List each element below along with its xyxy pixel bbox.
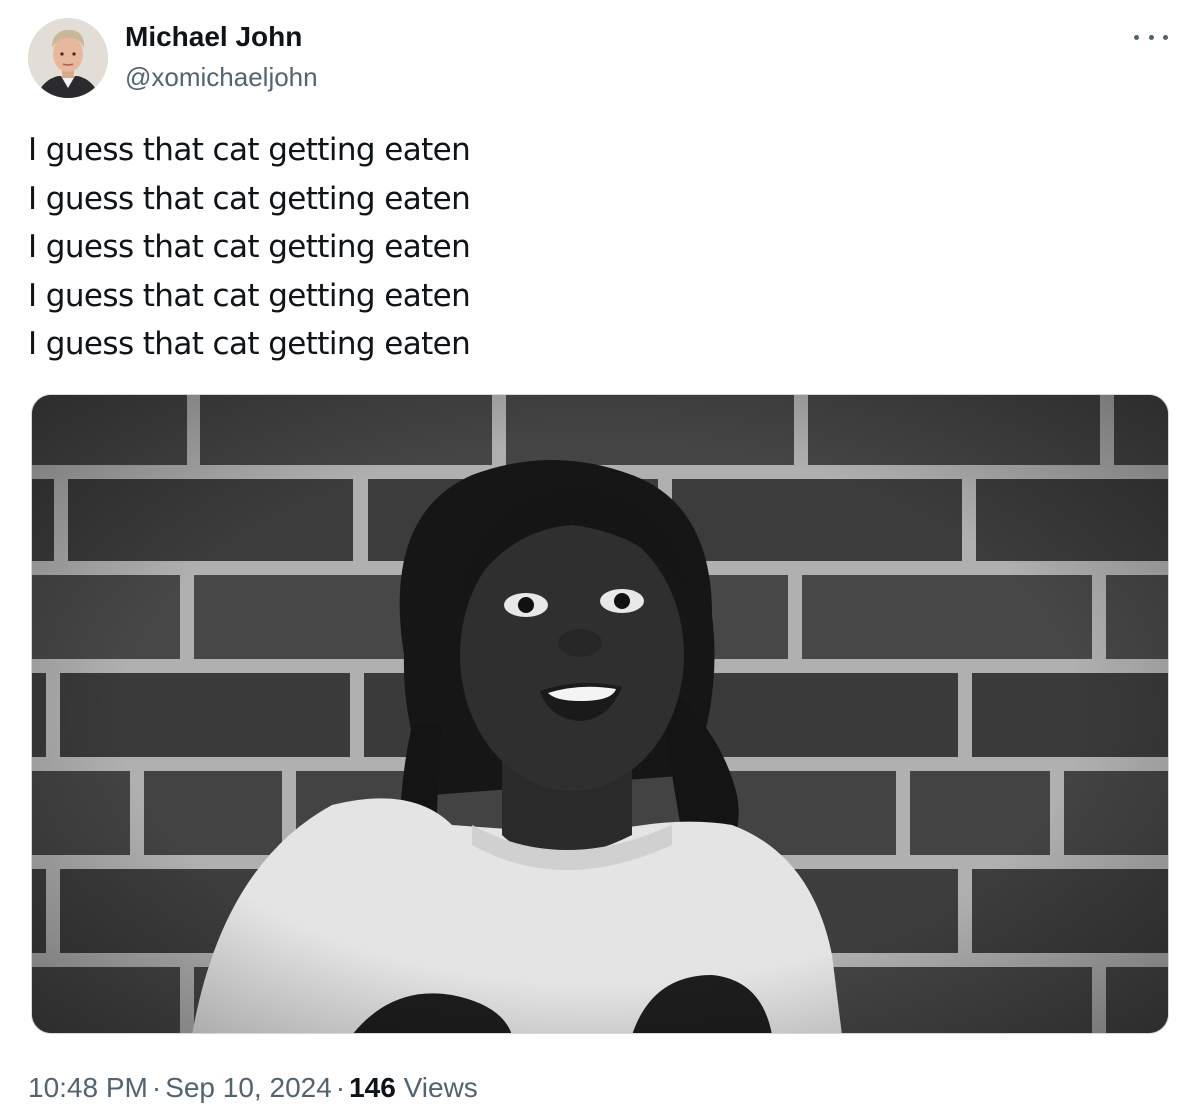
tweet-text: I guess that cat getting eaten I guess t…: [28, 126, 471, 369]
tweet-time[interactable]: 10:48 PM: [28, 1072, 148, 1103]
views-label: Views: [403, 1072, 478, 1103]
more-options-button[interactable]: [1134, 26, 1168, 48]
tweet-date[interactable]: Sep 10, 2024: [165, 1072, 332, 1103]
tweet-text-line: I guess that cat getting eaten: [28, 180, 471, 217]
tweet-text-line: I guess that cat getting eaten: [28, 326, 471, 362]
meta-separator: ·: [335, 1072, 346, 1103]
more-horizontal-icon: [1134, 34, 1139, 40]
tweet-media-photo[interactable]: [31, 394, 1169, 1034]
author-handle[interactable]: @xomichaeljohn: [125, 60, 318, 94]
tweet-text-line: I guess that cat getting eaten: [28, 277, 471, 314]
views-count: 146: [349, 1072, 396, 1103]
tweet-card: Michael John @xomichaeljohn I guess that…: [0, 0, 1200, 1115]
more-horizontal-icon-dot: [1148, 34, 1154, 40]
author-display-name[interactable]: Michael John: [125, 20, 318, 54]
tweet-text-line: I guess that cat getting eaten: [28, 132, 471, 168]
photo-image: [32, 395, 1168, 1033]
meta-separator: ·: [151, 1072, 162, 1103]
tweet-text-line: I guess that cat getting eaten: [28, 229, 471, 265]
author-avatar[interactable]: [28, 18, 108, 98]
author-names: Michael John @xomichaeljohn: [125, 20, 318, 94]
more-horizontal-icon-dot: [1163, 34, 1168, 40]
user-avatar-icon: [28, 18, 108, 98]
tweet-meta: 10:48 PM · Sep 10, 2024 · 146 Views: [28, 1070, 478, 1106]
